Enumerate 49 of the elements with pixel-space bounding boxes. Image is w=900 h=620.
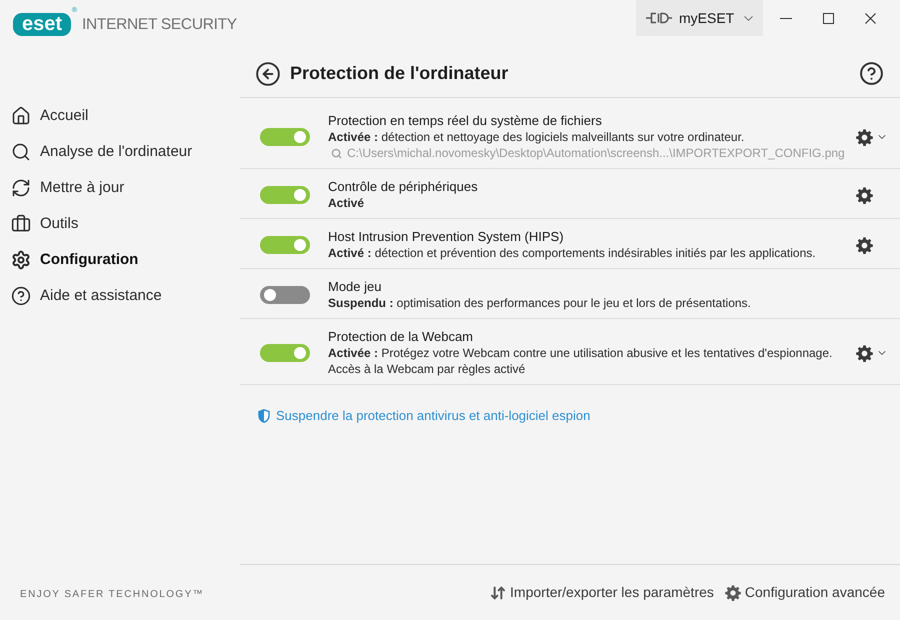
module-title: Host Intrusion Prevention System (HIPS) [328, 229, 565, 245]
shield-icon [258, 409, 270, 423]
toggle-switch[interactable] [260, 186, 310, 204]
settings-icon[interactable] [856, 344, 873, 362]
module-title: Protection de la Webcam [328, 329, 474, 345]
settings-icon [11, 250, 31, 270]
file-path: C:\Users\michal.novomesky\Desktop\Automation\screensh...\IMPORTEXPORT_CONFIG.png [347, 145, 845, 161]
settings-icon[interactable] [856, 186, 873, 204]
logo: eset [13, 13, 72, 36]
briefcase-icon [11, 214, 31, 234]
settings-icon [724, 584, 741, 600]
up-down-arrows-icon [490, 584, 506, 600]
module-note: Accès à la Webcam par règles activé [328, 361, 526, 377]
module-status: Activé : détection et prévention des comportements indésirables initiés par les applications. [328, 245, 817, 261]
product-name: INTERNET SECURITY [82, 14, 237, 35]
sidebar-item[interactable]: Accueil [0, 98, 240, 134]
search-icon [331, 148, 342, 158]
plug-icon [646, 12, 672, 24]
help-icon [11, 286, 31, 306]
account-button[interactable]: myESET [636, 0, 763, 36]
sidebar-item[interactable]: Outils [0, 206, 240, 242]
toggle-switch[interactable] [260, 128, 310, 146]
page-title: Protection de l'ordinateur [290, 62, 508, 85]
refresh-icon [11, 178, 31, 198]
search-icon [11, 142, 31, 162]
module-title: Protection en temps réel du système de fichiers [328, 113, 603, 129]
module-status: Activé [328, 195, 366, 211]
close-icon [864, 12, 876, 24]
sidebar-item[interactable]: Mettre à jour [0, 170, 240, 206]
toggle-switch[interactable] [260, 344, 310, 362]
module-status: Activée : détection et nettoyage des logiciels malveillants sur votre ordinateur. [328, 129, 746, 145]
sidebar-item[interactable]: Analyse de l'ordinateur [0, 134, 240, 170]
toggle-switch[interactable] [260, 286, 310, 304]
home-icon [11, 106, 31, 126]
maximize-icon [822, 12, 834, 24]
module-title: Contrôle de périphériques [328, 179, 479, 195]
sidebar-item[interactable]: Aide et assistance [0, 278, 240, 314]
settings-icon[interactable] [856, 128, 873, 146]
advanced-setup-button[interactable]: Configuration avancée [724, 582, 885, 603]
module-status: Suspendu : optimisation des performances pour le jeu et lors de présentations. [328, 295, 752, 311]
import-export-button[interactable]: Importer/exporter les paramètres [490, 582, 714, 603]
help-icon[interactable] [859, 61, 884, 86]
toggle-switch[interactable] [260, 236, 310, 254]
module-title: Mode jeu [328, 279, 382, 295]
module-status: Activée : Protégez votre Webcam contre une utilisation abusive et les tentatives d'espionnage. [328, 345, 834, 361]
settings-icon[interactable] [856, 236, 873, 254]
tagline: ENJOY SAFER TECHNOLOGY™ [19, 589, 206, 602]
sidebar-item[interactable]: Configuration [0, 242, 240, 278]
back-icon[interactable] [255, 60, 281, 86]
